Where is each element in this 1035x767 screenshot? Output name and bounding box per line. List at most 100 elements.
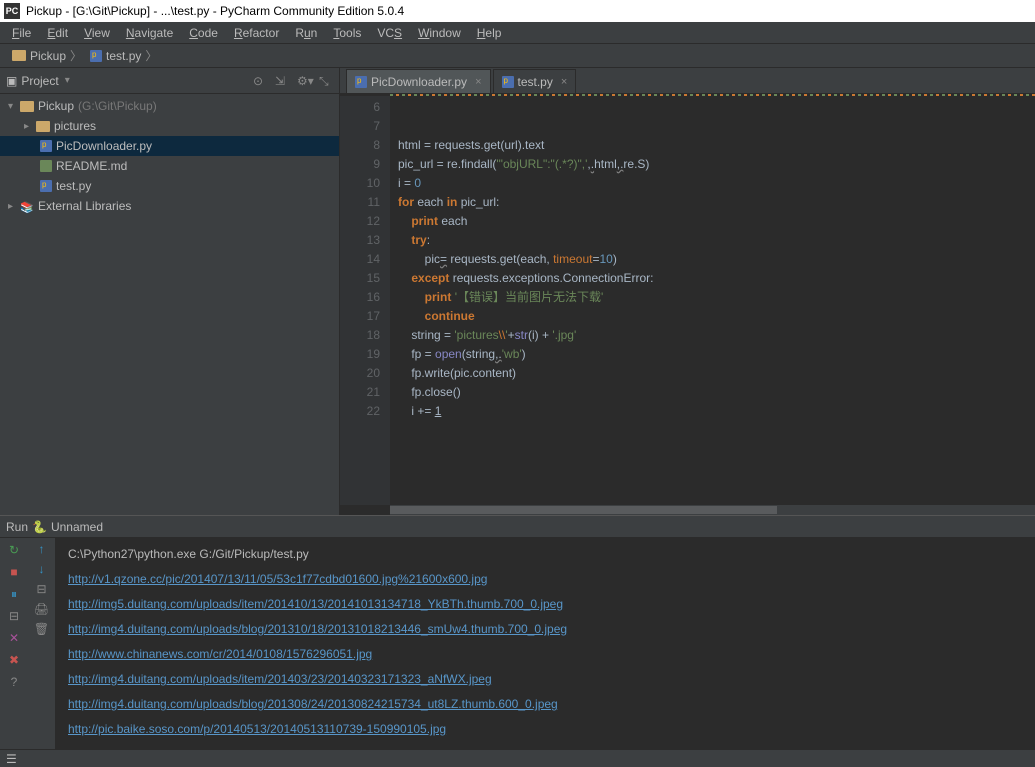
- restore-layout-button[interactable]: ✕: [6, 630, 22, 646]
- expand-icon[interactable]: ▸: [24, 121, 36, 132]
- python-run-icon: 🐍: [32, 520, 47, 534]
- titlebar: PC Pickup - [G:\Git\Pickup] - ...\test.p…: [0, 0, 1035, 22]
- menu-refactor[interactable]: Refactor: [226, 24, 287, 42]
- tree-root-label: Pickup: [38, 99, 74, 113]
- print-button[interactable]: 🖨: [34, 602, 49, 616]
- tab-label: PicDownloader.py: [371, 75, 467, 89]
- tree-item-label: test.py: [56, 179, 91, 193]
- tree-item-readme[interactable]: README.md: [0, 156, 339, 176]
- console-command: C:\Python27\python.exe G:/Git/Pickup/tes…: [68, 542, 1023, 567]
- run-header: Run 🐍 Unnamed: [0, 516, 1035, 538]
- breadcrumb-root[interactable]: Pickup 〉: [8, 47, 86, 64]
- code-editor[interactable]: 678910111213141516171819202122 html = re…: [340, 96, 1035, 505]
- menu-view[interactable]: View: [76, 24, 118, 42]
- breadcrumbs: Pickup 〉 test.py 〉: [0, 44, 1035, 68]
- rerun-button[interactable]: ↻: [6, 542, 22, 558]
- tree-item-label: External Libraries: [38, 199, 131, 213]
- main-area: ▣ Project ▾ ⊙ ⇲ ⚙▾ ⤡ ▾ Pickup (G:\Git\Pi…: [0, 68, 1035, 515]
- close-icon[interactable]: ×: [561, 76, 567, 88]
- close-icon[interactable]: ×: [475, 76, 481, 88]
- dropdown-icon[interactable]: ▾: [65, 75, 70, 86]
- breadcrumb-file-label: test.py: [106, 49, 141, 63]
- up-button[interactable]: ↑: [39, 542, 45, 556]
- tree-external-libraries[interactable]: ▸ External Libraries: [0, 196, 339, 216]
- menu-help[interactable]: Help: [469, 24, 510, 42]
- python-file-icon: [90, 50, 102, 62]
- menu-navigate[interactable]: Navigate: [118, 24, 181, 42]
- python-file-icon: [502, 76, 514, 88]
- tab-label: test.py: [518, 75, 553, 89]
- stop-button[interactable]: ■: [6, 564, 22, 580]
- menubar: File Edit View Navigate Code Refactor Ru…: [0, 22, 1035, 44]
- editor-area: PicDownloader.py × test.py × 67891011121…: [340, 68, 1035, 515]
- menu-window[interactable]: Window: [410, 24, 469, 42]
- console-link[interactable]: http://pic.baike.soso.com/p/20140513/201…: [68, 722, 446, 736]
- status-left-icon[interactable]: ☰: [6, 752, 17, 766]
- console-link[interactable]: http://img4.duitang.com/uploads/item/201…: [68, 672, 492, 686]
- status-bar: ☰: [0, 749, 1035, 767]
- project-tool-icon: ▣: [6, 74, 17, 88]
- folder-icon: [12, 50, 26, 61]
- tree-root[interactable]: ▾ Pickup (G:\Git\Pickup): [0, 96, 339, 116]
- clear-button[interactable]: 🗑: [34, 622, 49, 636]
- expand-icon[interactable]: ▾: [8, 101, 20, 112]
- tree-item-label: pictures: [54, 119, 96, 133]
- console-output[interactable]: C:\Python27\python.exe G:/Git/Pickup/tes…: [56, 538, 1035, 749]
- tree-item-picdownloader[interactable]: PicDownloader.py: [0, 136, 339, 156]
- menu-run[interactable]: Run: [287, 24, 325, 42]
- console-link[interactable]: http://img4.duitang.com/uploads/blog/201…: [68, 622, 567, 636]
- project-tree: ▾ Pickup (G:\Git\Pickup) ▸ pictures PicD…: [0, 94, 339, 515]
- horizontal-scrollbar[interactable]: [390, 505, 1035, 515]
- python-file-icon: [40, 180, 52, 192]
- tree-item-test[interactable]: test.py: [0, 176, 339, 196]
- project-header: ▣ Project ▾ ⊙ ⇲ ⚙▾ ⤡: [0, 68, 339, 94]
- tree-item-label: README.md: [56, 159, 127, 173]
- run-controls-right: ↑ ↓ ⊟ 🖨 🗑: [28, 538, 56, 749]
- menu-tools[interactable]: Tools: [325, 24, 369, 42]
- close-button[interactable]: ✖: [6, 652, 22, 668]
- app-icon: PC: [4, 3, 20, 19]
- project-header-label: Project: [21, 74, 58, 88]
- scroll-from-source-icon[interactable]: ⇲: [275, 74, 289, 88]
- dump-button[interactable]: ⊟: [6, 608, 22, 624]
- python-file-icon: [40, 140, 52, 152]
- soft-wrap-button[interactable]: ⊟: [36, 582, 46, 596]
- console-link[interactable]: http://img5.duitang.com/uploads/item/201…: [68, 597, 563, 611]
- menu-edit[interactable]: Edit: [39, 24, 76, 42]
- editor-tabs: PicDownloader.py × test.py ×: [340, 68, 1035, 94]
- down-button[interactable]: ↓: [39, 562, 45, 576]
- run-label: Run: [6, 520, 28, 534]
- scrollbar-thumb[interactable]: [390, 506, 777, 514]
- tab-test[interactable]: test.py ×: [493, 69, 577, 93]
- run-controls-left: ↻ ■ ⏸ ⊟ ✕ ✖ ?: [0, 538, 28, 749]
- help-button[interactable]: ?: [6, 674, 22, 690]
- console-link[interactable]: http://www.chinanews.com/cr/2014/0108/15…: [68, 647, 372, 661]
- markdown-file-icon: [40, 160, 52, 172]
- gutter[interactable]: 678910111213141516171819202122: [340, 96, 390, 505]
- project-sidebar: ▣ Project ▾ ⊙ ⇲ ⚙▾ ⤡ ▾ Pickup (G:\Git\Pi…: [0, 68, 340, 515]
- menu-code[interactable]: Code: [181, 24, 226, 42]
- tab-picdownloader[interactable]: PicDownloader.py ×: [346, 69, 491, 93]
- tree-item-pictures[interactable]: ▸ pictures: [0, 116, 339, 136]
- code-content[interactable]: html = requests.get(url).textpic_url = r…: [390, 96, 1035, 505]
- menu-file[interactable]: File: [4, 24, 39, 42]
- pause-button[interactable]: ⏸: [6, 586, 22, 602]
- chevron-right-icon: 〉: [70, 47, 82, 64]
- hide-icon[interactable]: ⤡: [319, 74, 333, 88]
- expand-icon[interactable]: ▸: [8, 201, 20, 212]
- run-body: ↻ ■ ⏸ ⊟ ✕ ✖ ? ↑ ↓ ⊟ 🖨 🗑 C:\Python27\pyth…: [0, 538, 1035, 749]
- folder-icon: [20, 101, 34, 112]
- window-title: Pickup - [G:\Git\Pickup] - ...\test.py -…: [26, 4, 404, 18]
- collapse-icon[interactable]: ⊙: [253, 74, 267, 88]
- folder-icon: [36, 121, 50, 132]
- console-link[interactable]: http://img4.duitang.com/uploads/blog/201…: [68, 697, 558, 711]
- tree-root-path: (G:\Git\Pickup): [78, 99, 157, 113]
- breadcrumb-root-label: Pickup: [30, 49, 66, 63]
- breadcrumb-file[interactable]: test.py 〉: [86, 47, 161, 64]
- tree-item-label: PicDownloader.py: [56, 139, 152, 153]
- menu-vcs[interactable]: VCS: [369, 24, 410, 42]
- console-link[interactable]: http://v1.qzone.cc/pic/201407/13/11/05/5…: [68, 572, 487, 586]
- libraries-icon: [20, 200, 34, 212]
- python-file-icon: [355, 76, 367, 88]
- settings-icon[interactable]: ⚙▾: [297, 74, 311, 88]
